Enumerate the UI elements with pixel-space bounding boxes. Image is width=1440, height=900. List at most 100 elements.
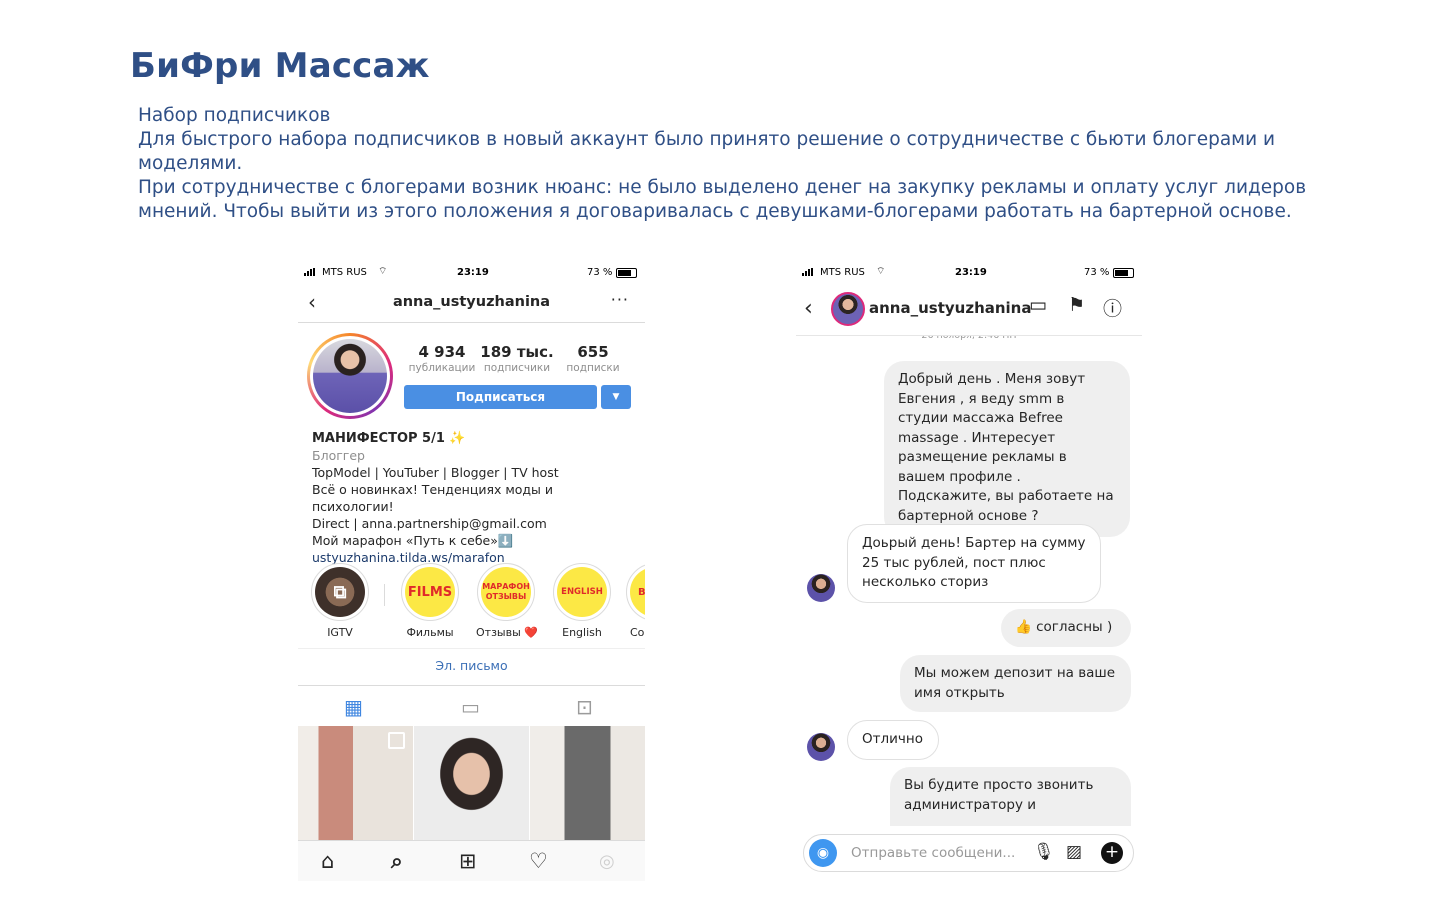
- follow-button[interactable]: Подписаться: [404, 385, 597, 409]
- highlight-label: Отзывы ❤️: [476, 626, 538, 639]
- intro-text: Набор подписчиков Для быстрого набора по…: [138, 104, 1307, 224]
- add-icon[interactable]: +: [1101, 842, 1123, 864]
- info-icon[interactable]: ⓘ: [1103, 294, 1122, 321]
- new-post-icon[interactable]: ⊞: [459, 849, 477, 873]
- profile-avatar[interactable]: [307, 333, 393, 419]
- highlight-reviews[interactable]: МАРАФОН ОТЗЫВЫ Отзывы ❤️: [476, 563, 538, 639]
- highlight-label: Co: [630, 626, 645, 639]
- profile-screenshot: MTS RUS ⌔ 23:19 73 % ‹ anna_ustyuzhanina…: [298, 264, 645, 881]
- battery-percent: 73 %: [587, 267, 613, 278]
- message-outgoing: Добрый день . Меня зовут Евгения , я вед…: [884, 361, 1130, 537]
- stat-label: подписчики: [483, 362, 551, 374]
- battery-icon: [1113, 268, 1134, 278]
- message-outgoing: 👍 согласны ): [1001, 609, 1131, 647]
- highlight-films[interactable]: FILMS Фильмы: [400, 563, 460, 639]
- profile-category: Блоггер: [312, 448, 365, 463]
- highlight-cover: МАРАФОН ОТЗЫВЫ: [481, 567, 531, 617]
- chat-username[interactable]: anna_ustyuzhanina: [869, 299, 1032, 317]
- message-incoming: Доьрый день! Бартер на сумму 25 тыс рубл…: [847, 524, 1101, 603]
- video-call-icon[interactable]: ▭: [1029, 294, 1047, 316]
- bio-line: TopModel | YouTuber | Blogger | TV host: [312, 465, 559, 480]
- suggestions-dropdown-button[interactable]: ▼: [601, 385, 631, 409]
- highlight-label: IGTV: [327, 626, 353, 639]
- wifi-icon: ⌔: [876, 266, 886, 277]
- intro-line: моделями.: [138, 153, 243, 174]
- igtv-tab-icon[interactable]: ▭: [461, 695, 480, 719]
- stat-posts[interactable]: 4 934 публикации: [402, 343, 482, 374]
- post-thumbnail[interactable]: [414, 726, 529, 840]
- camera-icon[interactable]: ◉: [809, 839, 837, 867]
- intro-line: При сотрудничестве с блогерами возник ню…: [138, 177, 1307, 198]
- profile-bio: МАНИФЕСТОР 5/1 ✨ Блоггер TopModel | YouT…: [312, 430, 637, 566]
- message-incoming: Отлично: [847, 720, 939, 760]
- highlight-english[interactable]: ENGLISH English: [552, 563, 612, 639]
- highlight-label: Фильмы: [406, 626, 454, 639]
- activity-heart-icon[interactable]: ♡: [529, 849, 548, 873]
- highlight-cover: FILMS: [405, 567, 455, 617]
- signal-icon: [304, 268, 315, 276]
- search-icon[interactable]: ⌕: [391, 849, 403, 874]
- message-input[interactable]: Отправьте сообщени...: [851, 845, 1015, 861]
- profile-tab-icon[interactable]: ◎: [599, 851, 615, 872]
- multi-photo-icon: [388, 732, 405, 749]
- intro-line: мнений. Чтобы выйти из этого положения я…: [138, 201, 1292, 222]
- intro-line: Для быстрого набора подписчиков в новый …: [138, 129, 1276, 150]
- profile-display-name: МАНИФЕСТОР 5/1 ✨: [312, 431, 466, 446]
- chat-header: ‹ anna_ustyuzhanina ▭ ⚑ ⓘ: [796, 282, 1142, 336]
- bottom-navigation: ⌂ ⌕ ⊞ ♡ ◎: [298, 840, 645, 881]
- highlight-cover: ENGLISH: [557, 567, 607, 617]
- sender-avatar: [807, 574, 835, 602]
- microphone-icon[interactable]: 🎙: [1033, 842, 1055, 862]
- carrier-label: MTS RUS: [820, 267, 865, 278]
- status-bar: MTS RUS ⌔ 23:19 73 %: [298, 264, 645, 282]
- stat-label: подписки: [566, 362, 620, 374]
- message-composer: ◉ Отправьте сообщени... 🎙 ▨ +: [803, 834, 1134, 872]
- profile-header: ‹ anna_ustyuzhanina ···: [298, 282, 645, 323]
- status-time: 23:19: [955, 267, 987, 278]
- wifi-icon: ⌔: [378, 266, 388, 277]
- message-outgoing: Вы будите просто звонить администратору …: [890, 767, 1131, 826]
- status-time: 23:19: [457, 267, 489, 278]
- grid-tab-icon[interactable]: ▦: [344, 695, 363, 719]
- stat-value: 4 934: [418, 343, 466, 361]
- back-icon[interactable]: ‹: [804, 296, 813, 321]
- post-thumbnail[interactable]: [298, 726, 413, 840]
- highlight-label: English: [562, 626, 602, 639]
- profile-tabs: ▦ ▭ ⊡: [298, 685, 645, 726]
- highlight-partial[interactable]: B Co: [626, 563, 645, 639]
- highlight-cover: B: [630, 567, 645, 617]
- sender-avatar: [807, 733, 835, 761]
- stat-followers[interactable]: 189 тыс. подписчики: [477, 343, 557, 374]
- tagged-tab-icon[interactable]: ⊡: [576, 695, 593, 719]
- carrier-label: MTS RUS: [322, 267, 367, 278]
- stat-value: 189 тыс.: [480, 343, 554, 361]
- divider: [298, 648, 645, 649]
- signal-icon: [802, 268, 813, 276]
- profile-username: anna_ustyuzhanina: [392, 294, 551, 310]
- contact-avatar[interactable]: [831, 292, 865, 326]
- gallery-icon[interactable]: ▨: [1066, 842, 1082, 862]
- battery-percent: 73 %: [1084, 267, 1110, 278]
- highlight-igtv[interactable]: ⧉ IGTV: [310, 563, 370, 639]
- highlight-divider: [384, 584, 385, 606]
- avatar-photo: [313, 339, 387, 413]
- igtv-icon: ⧉: [315, 567, 365, 617]
- direct-chat-screenshot: MTS RUS ⌔ 23:19 73 % ‹ anna_ustyuzhanina…: [796, 264, 1142, 876]
- slide-title: БиФри Массаж: [130, 46, 430, 86]
- status-bar: MTS RUS ⌔ 23:19 73 %: [796, 264, 1142, 282]
- email-contact-link[interactable]: Эл. письмо: [298, 658, 645, 673]
- message-outgoing: Мы можем депозит на ваше имя открыть: [900, 655, 1131, 712]
- post-thumbnail[interactable]: [530, 726, 645, 840]
- flag-icon[interactable]: ⚑: [1068, 294, 1085, 316]
- posts-grid: [298, 726, 645, 840]
- home-icon[interactable]: ⌂: [321, 849, 334, 873]
- battery-icon: [616, 268, 637, 278]
- stat-label: публикации: [408, 362, 476, 374]
- more-options-icon[interactable]: ···: [611, 290, 629, 309]
- stat-following[interactable]: 655 подписки: [553, 343, 633, 374]
- bio-line: Всё о новинках! Тенденциях моды и психол…: [312, 482, 554, 514]
- intro-heading: Набор подписчиков: [138, 105, 331, 126]
- bio-line: Мой марафон «Путь к себе»⬇️: [312, 533, 514, 548]
- stat-value: 655: [577, 343, 609, 361]
- bio-line: Direct | anna.partnership@gmail.com: [312, 516, 547, 531]
